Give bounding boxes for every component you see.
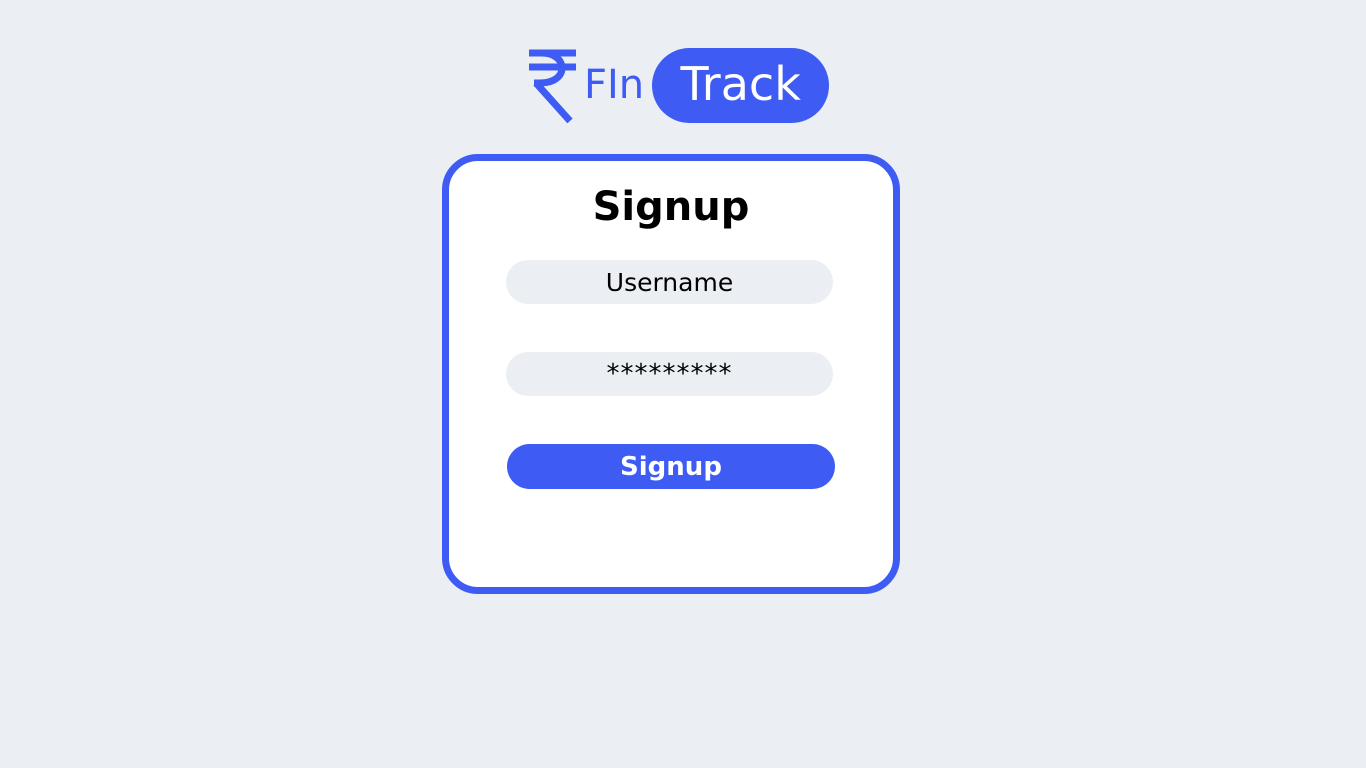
signup-card: Signup Signup [442,154,900,594]
rupee-icon [529,49,576,123]
password-input[interactable] [506,352,833,396]
signup-page: FIn Track Signup Signup [0,0,1366,768]
username-input[interactable] [506,260,833,304]
signup-button[interactable]: Signup [507,444,835,489]
fintrack-logo: FIn Track [526,46,830,124]
brand-name-track: Track [652,47,830,123]
brand-name-fin: FIn [584,62,645,108]
signup-title: Signup [592,184,750,230]
